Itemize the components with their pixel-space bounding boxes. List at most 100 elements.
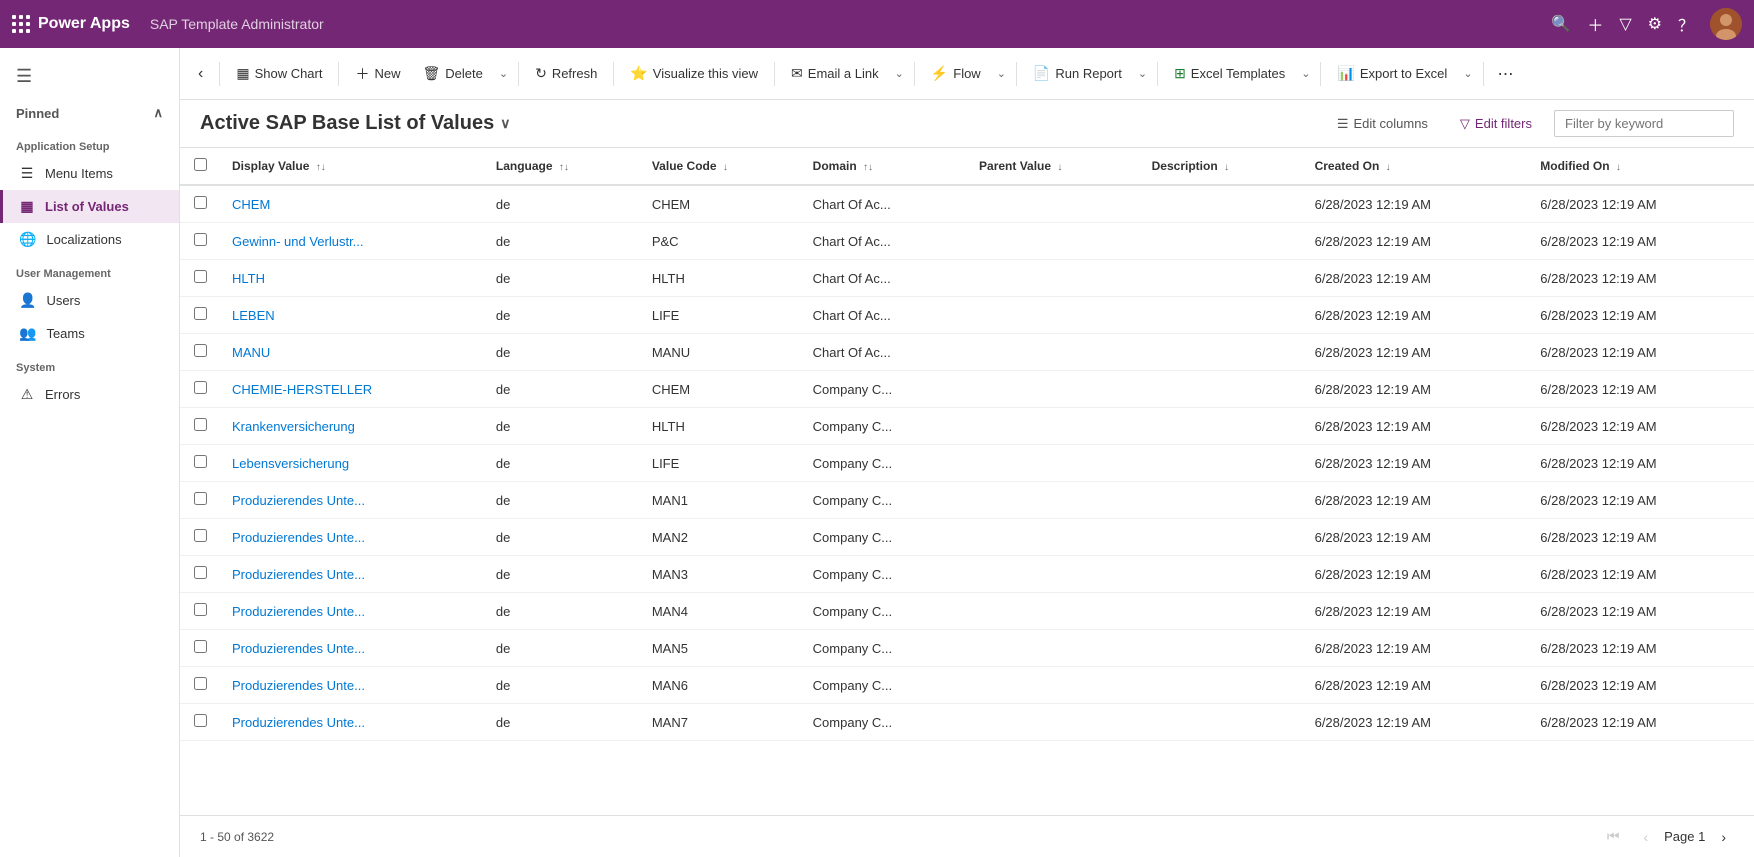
prev-page-button[interactable]: ‹	[1635, 825, 1656, 849]
display-value-link-13[interactable]: Produzierendes Unte...	[232, 678, 365, 693]
display-value-link-14[interactable]: Produzierendes Unte...	[232, 715, 365, 730]
cell-display-value-10[interactable]: Produzierendes Unte...	[220, 556, 484, 593]
row-checkbox-1[interactable]	[194, 233, 207, 246]
settings-icon[interactable]: ⚙	[1648, 14, 1662, 34]
select-all-checkbox[interactable]	[194, 158, 207, 171]
col-modified-on[interactable]: Modified On ↓	[1528, 148, 1754, 185]
cell-display-value-12[interactable]: Produzierendes Unte...	[220, 630, 484, 667]
col-domain[interactable]: Domain ↑↓	[801, 148, 967, 185]
row-checkbox-3[interactable]	[194, 307, 207, 320]
refresh-button[interactable]: ↻ Refresh	[525, 59, 607, 88]
row-checkbox-5[interactable]	[194, 381, 207, 394]
cell-display-value-2[interactable]: HLTH	[220, 260, 484, 297]
col-display-value[interactable]: Display Value ↑↓	[220, 148, 484, 185]
display-value-link-7[interactable]: Lebensversicherung	[232, 456, 349, 471]
help-icon[interactable]: ？	[1678, 12, 1694, 36]
row-checkbox-6[interactable]	[194, 418, 207, 431]
export-excel-button[interactable]: 📊 Export to Excel	[1327, 59, 1457, 88]
sidebar-item-users[interactable]: 👤 Users	[0, 284, 179, 317]
display-value-link-8[interactable]: Produzierendes Unte...	[232, 493, 365, 508]
filter-icon[interactable]: ▽	[1619, 14, 1631, 34]
row-checkbox-cell	[180, 593, 220, 630]
email-link-button[interactable]: ✉ Email a Link	[781, 59, 889, 88]
display-value-link-0[interactable]: CHEM	[232, 197, 270, 212]
row-checkbox-2[interactable]	[194, 270, 207, 283]
more-options-button[interactable]: ⋯	[1490, 58, 1522, 90]
cell-display-value-7[interactable]: Lebensversicherung	[220, 445, 484, 482]
excel-templates-button[interactable]: ⊞ Excel Templates	[1164, 59, 1295, 88]
delete-dropdown-arrow[interactable]: ⌄	[495, 61, 512, 86]
email-dropdown-arrow[interactable]: ⌄	[891, 61, 908, 86]
waffle-menu-icon[interactable]	[12, 15, 30, 33]
display-value-link-6[interactable]: Krankenversicherung	[232, 419, 355, 434]
next-page-button[interactable]: ›	[1713, 825, 1734, 849]
first-page-button[interactable]: ⏮	[1599, 824, 1628, 849]
list-title-dropdown-icon[interactable]: ∨	[500, 115, 510, 132]
display-value-link-1[interactable]: Gewinn- und Verlustr...	[232, 234, 364, 249]
display-value-link-5[interactable]: CHEMIE-HERSTELLER	[232, 382, 372, 397]
col-parent-value[interactable]: Parent Value ↓	[967, 148, 1140, 185]
display-value-link-3[interactable]: LEBEN	[232, 308, 275, 323]
flow-dropdown-arrow[interactable]: ⌄	[993, 61, 1010, 86]
col-value-code[interactable]: Value Code ↓	[640, 148, 801, 185]
cell-description-1	[1140, 223, 1303, 260]
sidebar-item-list-of-values[interactable]: ▦ List of Values	[0, 190, 179, 223]
delete-button[interactable]: 🗑 Delete	[413, 59, 493, 88]
sidebar-item-errors[interactable]: ⚠ Errors	[0, 378, 179, 411]
display-value-link-9[interactable]: Produzierendes Unte...	[232, 530, 365, 545]
add-icon[interactable]: ＋	[1587, 12, 1603, 36]
row-checkbox-14[interactable]	[194, 714, 207, 727]
cell-display-value-8[interactable]: Produzierendes Unte...	[220, 482, 484, 519]
row-checkbox-11[interactable]	[194, 603, 207, 616]
cell-display-value-0[interactable]: CHEM	[220, 185, 484, 223]
display-value-link-12[interactable]: Produzierendes Unte...	[232, 641, 365, 656]
search-icon[interactable]: 🔍	[1551, 14, 1571, 34]
export-dropdown-arrow[interactable]: ⌄	[1459, 61, 1476, 86]
filter-keyword-input[interactable]	[1554, 110, 1734, 137]
run-report-button[interactable]: 📄 Run Report	[1023, 59, 1132, 88]
flow-button[interactable]: ⚡ Flow	[921, 59, 991, 88]
user-avatar[interactable]	[1710, 8, 1742, 40]
display-value-link-2[interactable]: HLTH	[232, 271, 265, 286]
cell-display-value-9[interactable]: Produzierendes Unte...	[220, 519, 484, 556]
row-checkbox-8[interactable]	[194, 492, 207, 505]
edit-filters-button[interactable]: ▽ Edit filters	[1450, 111, 1542, 137]
pagination: ⏮ ‹ Page 1 ›	[1599, 824, 1734, 849]
cell-display-value-5[interactable]: CHEMIE-HERSTELLER	[220, 371, 484, 408]
run-report-dropdown-arrow[interactable]: ⌄	[1134, 61, 1151, 86]
toolbar-divider-6	[914, 62, 915, 86]
sidebar-item-localizations[interactable]: 🌐 Localizations	[0, 223, 179, 256]
cell-parent-value-7	[967, 445, 1140, 482]
display-value-link-11[interactable]: Produzierendes Unte...	[232, 604, 365, 619]
row-checkbox-9[interactable]	[194, 529, 207, 542]
row-checkbox-cell	[180, 408, 220, 445]
cell-display-value-6[interactable]: Krankenversicherung	[220, 408, 484, 445]
visualize-button[interactable]: ⭐ Visualize this view	[620, 59, 768, 88]
col-language[interactable]: Language ↑↓	[484, 148, 640, 185]
sidebar-item-menu-items[interactable]: ☰ Menu Items	[0, 157, 179, 190]
cell-display-value-4[interactable]: MANU	[220, 334, 484, 371]
row-checkbox-0[interactable]	[194, 196, 207, 209]
cell-display-value-3[interactable]: LEBEN	[220, 297, 484, 334]
row-checkbox-12[interactable]	[194, 640, 207, 653]
edit-columns-button[interactable]: ☰ Edit columns	[1327, 111, 1438, 137]
col-created-on[interactable]: Created On ↓	[1303, 148, 1529, 185]
row-checkbox-10[interactable]	[194, 566, 207, 579]
excel-templates-dropdown[interactable]: ⌄	[1297, 61, 1314, 86]
display-value-link-4[interactable]: MANU	[232, 345, 270, 360]
display-value-link-10[interactable]: Produzierendes Unte...	[232, 567, 365, 582]
cell-display-value-1[interactable]: Gewinn- und Verlustr...	[220, 223, 484, 260]
row-checkbox-13[interactable]	[194, 677, 207, 690]
back-button[interactable]: ‹	[188, 59, 213, 89]
new-button[interactable]: ＋ New	[345, 58, 410, 90]
cell-display-value-11[interactable]: Produzierendes Unte...	[220, 593, 484, 630]
cell-display-value-14[interactable]: Produzierendes Unte...	[220, 704, 484, 741]
show-chart-button[interactable]: ▦ Show Chart	[226, 59, 332, 88]
col-description[interactable]: Description ↓	[1140, 148, 1303, 185]
sidebar-item-teams[interactable]: 👥 Teams	[0, 317, 179, 350]
pinned-section[interactable]: Pinned ∧	[0, 97, 179, 129]
cell-display-value-13[interactable]: Produzierendes Unte...	[220, 667, 484, 704]
row-checkbox-7[interactable]	[194, 455, 207, 468]
sidebar-hamburger[interactable]: ☰	[0, 56, 179, 97]
row-checkbox-4[interactable]	[194, 344, 207, 357]
